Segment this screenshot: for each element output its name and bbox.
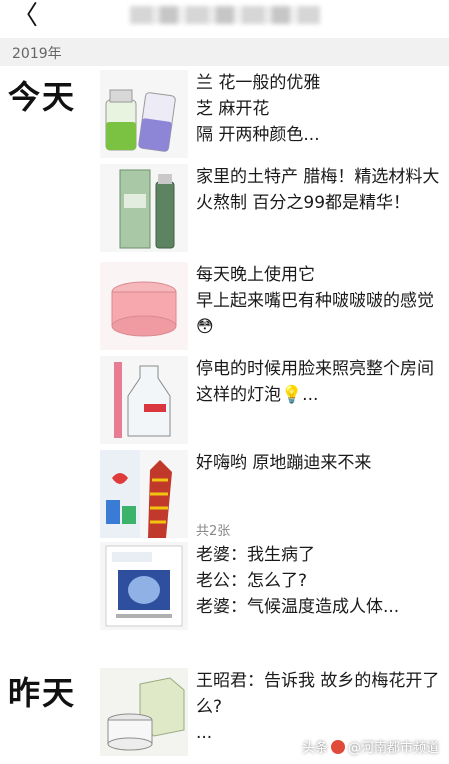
post-line: 停电的时候用脸来照亮整个房间 [196,359,434,379]
post-line: 兰 花一般的优雅 [196,73,321,93]
post-line: 芝 麻开花 [196,99,270,119]
top-bar: 〈 [0,0,449,36]
day-label-yesterday: 昨天 [8,674,77,712]
post-thumbnail[interactable] [100,356,188,444]
post-line: 王昭君：告诉我 故乡的梅花开了么? [196,671,440,717]
post-thumbnail[interactable] [100,70,188,158]
post-line: 老婆：我生病了 [196,545,315,565]
post-thumbnail[interactable] [100,164,188,252]
post-text: 好嗨哟 原地蹦迪来不来 [196,453,372,473]
blurred-title [130,6,320,24]
post-line: 早上起来嘴巴有种啵啵啵的感觉😳 [196,291,434,337]
post-thumbnail[interactable] [100,542,188,630]
watermark: 头条 @河南都市频道 [302,737,439,756]
post-text: 王昭君：告诉我 故乡的梅花开了么? ... [196,668,440,746]
image-count: 共2张 [196,524,231,539]
watermark-at: @ [347,741,361,756]
post-text: 每天晚上使用它 早上起来嘴巴有种啵啵啵的感觉😳 [196,262,440,340]
watermark-prefix: 头条 [301,741,328,756]
year-header: 2019年 [0,38,449,66]
post-text: 兰 花一般的优雅 芝 麻开花 隔 开两种颜色... [196,70,440,148]
toutiao-icon [330,740,345,754]
post-thumbnail[interactable] [100,262,188,350]
post-text: 停电的时候用脸来照亮整个房间 这样的灯泡💡... [196,356,440,408]
post-line: 老公：怎么了? [196,571,308,591]
post-line: 每天晚上使用它 [196,265,315,285]
post-line: 老婆：气候温度造成人体... [196,597,400,617]
post-thumbnail[interactable] [100,450,188,538]
post-text: 老婆：我生病了 老公：怎么了? 老婆：气候温度造成人体... [196,542,440,620]
post-line: 这样的灯泡💡... [196,385,319,405]
post-line: 隔 开两种颜色... [196,125,320,145]
day-label-today: 今天 [8,78,77,116]
post-text: 家里的土特产 腊梅！精选材料大火熬制 百分之99都是精华！ [196,167,440,213]
year-label: 2019年 [12,46,62,62]
chevron-left-icon[interactable]: 〈 [10,2,40,32]
post-thumbnail[interactable] [100,668,188,756]
watermark-name: 河南都市频道 [360,741,439,756]
